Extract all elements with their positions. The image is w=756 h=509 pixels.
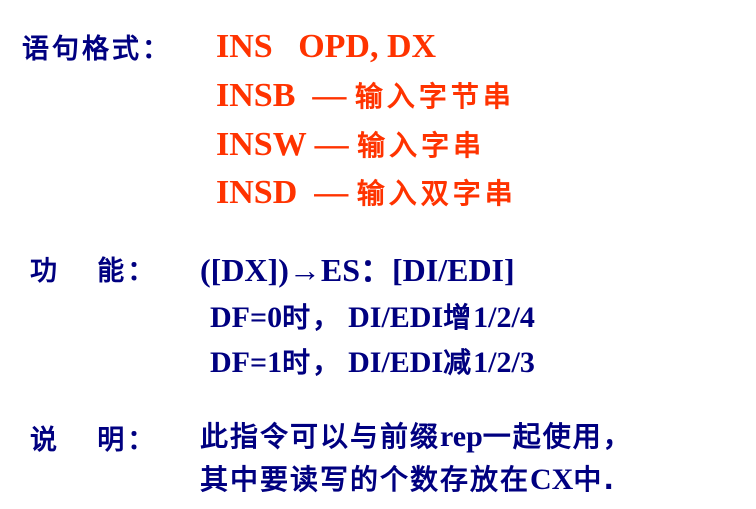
function-line-1: ([DX])→ES：[DI/EDI] [200, 252, 515, 288]
syntax-line-insd: INSD — 输入双字串 [216, 176, 517, 210]
function-line-2: DF=0时， DI/EDI增1/2/4 [210, 303, 535, 333]
syntax-code: INSD — [216, 174, 357, 211]
df1-reg: DI/EDI [348, 346, 444, 379]
df0-shi: 时， [282, 301, 343, 334]
syntax-label: 语句格式： [22, 34, 172, 65]
syntax-line-ins: INS OPD, DX [216, 30, 436, 64]
df1-dec: 减 [443, 346, 474, 379]
df0-inc: 增 [443, 301, 474, 334]
syntax-code: INSB — [216, 77, 355, 114]
syntax-desc: 输入字串 [357, 129, 486, 162]
df0-text: DF=0 [210, 301, 283, 334]
note-text-c: 一起使用， [482, 420, 633, 453]
syntax-code: INS OPD, DX [216, 28, 437, 65]
function-line-3: DF=1时， DI/EDI减1/2/3 [210, 348, 535, 378]
note-text-a: 此指令可以与前缀 [200, 420, 441, 453]
syntax-line-insw: INSW — 输入字串 [216, 128, 485, 162]
df0-step: 1/2/4 [473, 301, 535, 334]
note-text-e: 中. [573, 463, 616, 496]
syntax-desc: 输入双字串 [356, 177, 517, 210]
note-label: 说 明： [30, 425, 158, 456]
df1-step: 1/2/3 [473, 346, 535, 379]
syntax-desc: 输入字节串 [354, 80, 515, 113]
note-line-1: 此指令可以与前缀rep一起使用， [200, 422, 633, 452]
note-cx: CX [530, 463, 574, 496]
df1-text: DF=1 [210, 346, 283, 379]
note-rep: rep [440, 420, 483, 453]
note-line-2: 其中要读写的个数存放在CX中. [200, 465, 616, 495]
syntax-line-insb: INSB — 输入字节串 [216, 79, 515, 113]
df1-shi: 时， [282, 346, 343, 379]
df0-reg: DI/EDI [348, 301, 444, 334]
function-label: 功 能： [30, 256, 158, 287]
note-text-d: 其中要读写的个数存放在 [200, 463, 531, 496]
syntax-code: INSW — [216, 126, 358, 163]
